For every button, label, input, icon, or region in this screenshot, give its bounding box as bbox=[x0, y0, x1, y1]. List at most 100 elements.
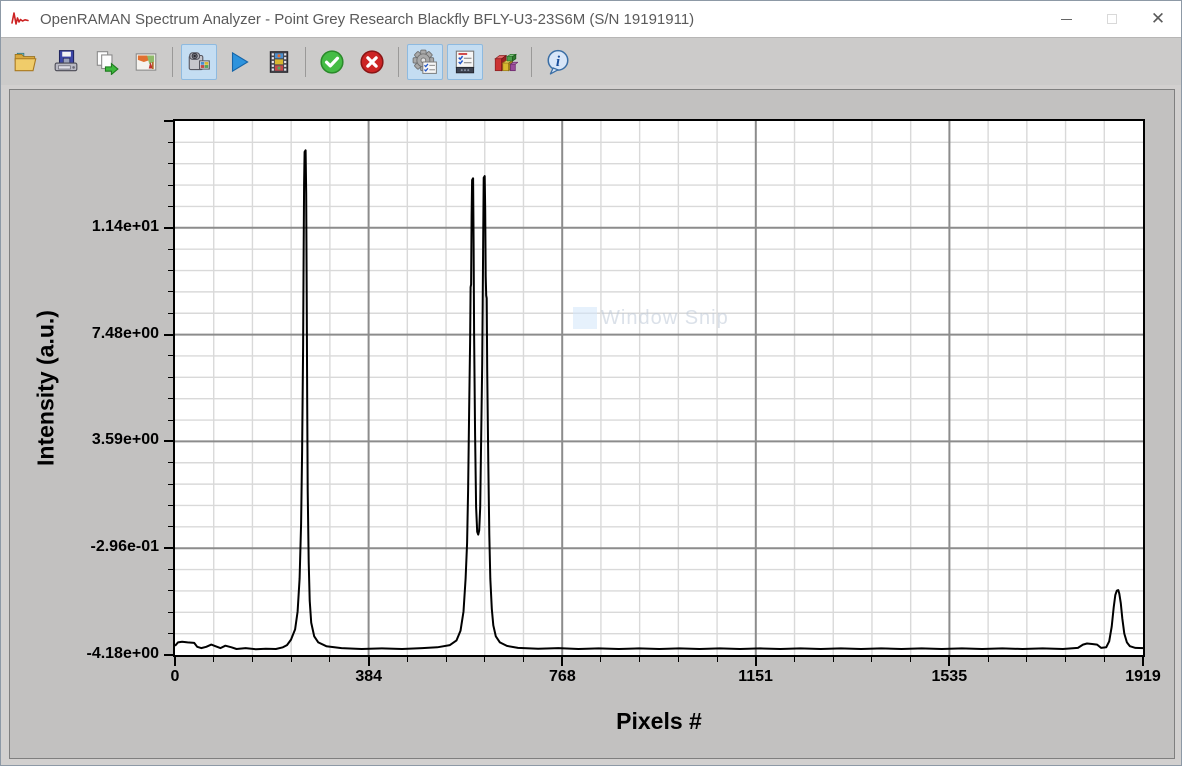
play-icon bbox=[226, 49, 252, 75]
toolbar-separator bbox=[305, 47, 306, 77]
info-bubble-icon: i bbox=[545, 49, 571, 75]
y-minor-tick bbox=[168, 590, 173, 591]
snapshot-image-button[interactable] bbox=[128, 44, 164, 80]
y-minor-tick bbox=[168, 420, 173, 421]
y-minor-tick bbox=[168, 612, 173, 613]
plot-canvas[interactable]: Window Snip bbox=[173, 119, 1145, 657]
film-strip-icon bbox=[266, 49, 292, 75]
x-minor-tick bbox=[484, 657, 485, 662]
cancel-button[interactable] bbox=[354, 44, 390, 80]
y-major-tick bbox=[164, 334, 173, 336]
y-major-tick bbox=[164, 227, 173, 229]
title-bar: OpenRAMAN Spectrum Analyzer - Point Grey… bbox=[1, 1, 1181, 37]
y-minor-tick bbox=[168, 633, 173, 634]
settings-button[interactable] bbox=[407, 44, 443, 80]
x-minor-tick bbox=[252, 657, 253, 662]
y-minor-tick bbox=[168, 484, 173, 485]
x-minor-tick bbox=[794, 657, 795, 662]
toolbar-separator bbox=[172, 47, 173, 77]
y-minor-tick bbox=[168, 185, 173, 186]
maximize-button[interactable] bbox=[1089, 1, 1135, 37]
x-minor-tick bbox=[871, 657, 872, 662]
x-minor-tick bbox=[717, 657, 718, 662]
y-major-tick bbox=[164, 120, 173, 122]
x-minor-tick bbox=[1104, 657, 1105, 662]
maximize-icon bbox=[1107, 14, 1117, 24]
y-minor-tick bbox=[168, 313, 173, 314]
x-minor-tick bbox=[1065, 657, 1066, 662]
open-file-button[interactable] bbox=[8, 44, 44, 80]
info-button[interactable]: i bbox=[540, 44, 576, 80]
toolbar-separator bbox=[398, 47, 399, 77]
x-tick-label: 768 bbox=[522, 668, 602, 686]
x-tick-label: 1151 bbox=[716, 668, 796, 686]
save-button[interactable] bbox=[48, 44, 84, 80]
x-minor-tick bbox=[523, 657, 524, 662]
chart-blocks-button[interactable] bbox=[487, 44, 523, 80]
y-minor-tick bbox=[168, 249, 173, 250]
x-tick-label: 1919 bbox=[1103, 668, 1182, 686]
toolbar-separator bbox=[531, 47, 532, 77]
x-minor-tick bbox=[446, 657, 447, 662]
y-minor-tick bbox=[168, 206, 173, 207]
folder-open-icon bbox=[13, 49, 39, 75]
toolbar: i bbox=[1, 37, 1181, 85]
play-button[interactable] bbox=[221, 44, 257, 80]
x-minor-tick bbox=[329, 657, 330, 662]
x-minor-tick bbox=[988, 657, 989, 662]
y-minor-tick bbox=[168, 398, 173, 399]
gear-checklist-icon bbox=[412, 49, 438, 75]
y-major-tick bbox=[164, 547, 173, 549]
close-button[interactable]: ✕ bbox=[1135, 1, 1181, 37]
y-minor-tick bbox=[168, 377, 173, 378]
x-major-tick bbox=[368, 657, 370, 666]
y-tick-label: 1.14e+01 bbox=[49, 218, 159, 236]
export-button[interactable] bbox=[88, 44, 124, 80]
minimize-icon bbox=[1061, 19, 1072, 20]
x-major-tick bbox=[561, 657, 563, 666]
window-title: OpenRAMAN Spectrum Analyzer - Point Grey… bbox=[40, 11, 694, 28]
colored-blocks-icon bbox=[492, 49, 518, 75]
acquisition-list-button[interactable] bbox=[447, 44, 483, 80]
x-minor-tick bbox=[910, 657, 911, 662]
y-major-tick bbox=[164, 654, 173, 656]
x-major-tick bbox=[174, 657, 176, 666]
y-tick-label: -4.18e+00 bbox=[49, 645, 159, 663]
y-minor-tick bbox=[168, 142, 173, 143]
x-tick-label: 384 bbox=[329, 668, 409, 686]
movie-button[interactable] bbox=[261, 44, 297, 80]
x-axis-title: Pixels # bbox=[616, 708, 702, 735]
image-icon bbox=[133, 49, 159, 75]
app-window: OpenRAMAN Spectrum Analyzer - Point Grey… bbox=[0, 0, 1182, 766]
spectrum-chart bbox=[175, 121, 1143, 655]
x-minor-tick bbox=[639, 657, 640, 662]
camera-button[interactable] bbox=[181, 44, 217, 80]
x-major-tick bbox=[1142, 657, 1144, 666]
y-major-tick bbox=[164, 440, 173, 442]
x-minor-tick bbox=[600, 657, 601, 662]
green-check-icon bbox=[319, 49, 345, 75]
save-floppy-icon bbox=[53, 49, 79, 75]
y-minor-tick bbox=[168, 505, 173, 506]
spectrum-trace bbox=[175, 150, 1143, 649]
y-minor-tick bbox=[168, 270, 173, 271]
y-minor-tick bbox=[168, 291, 173, 292]
y-tick-label: 3.59e+00 bbox=[49, 431, 159, 449]
x-minor-tick bbox=[678, 657, 679, 662]
y-minor-tick bbox=[168, 163, 173, 164]
x-minor-tick bbox=[1026, 657, 1027, 662]
x-minor-tick bbox=[291, 657, 292, 662]
minimize-button[interactable] bbox=[1043, 1, 1089, 37]
checklist-panel-icon bbox=[452, 49, 478, 75]
x-minor-tick bbox=[833, 657, 834, 662]
app-logo-icon bbox=[10, 10, 32, 28]
y-minor-tick bbox=[168, 355, 173, 356]
camera-icon bbox=[186, 49, 212, 75]
chart-panel: Window Snip Pixels # Intensity (a.u.) 03… bbox=[9, 89, 1175, 759]
y-tick-label: -2.96e-01 bbox=[49, 538, 159, 556]
y-tick-label: 7.48e+00 bbox=[49, 325, 159, 343]
x-tick-label: 0 bbox=[135, 668, 215, 686]
window-controls: ✕ bbox=[1043, 1, 1181, 37]
x-tick-label: 1535 bbox=[909, 668, 989, 686]
accept-button[interactable] bbox=[314, 44, 350, 80]
